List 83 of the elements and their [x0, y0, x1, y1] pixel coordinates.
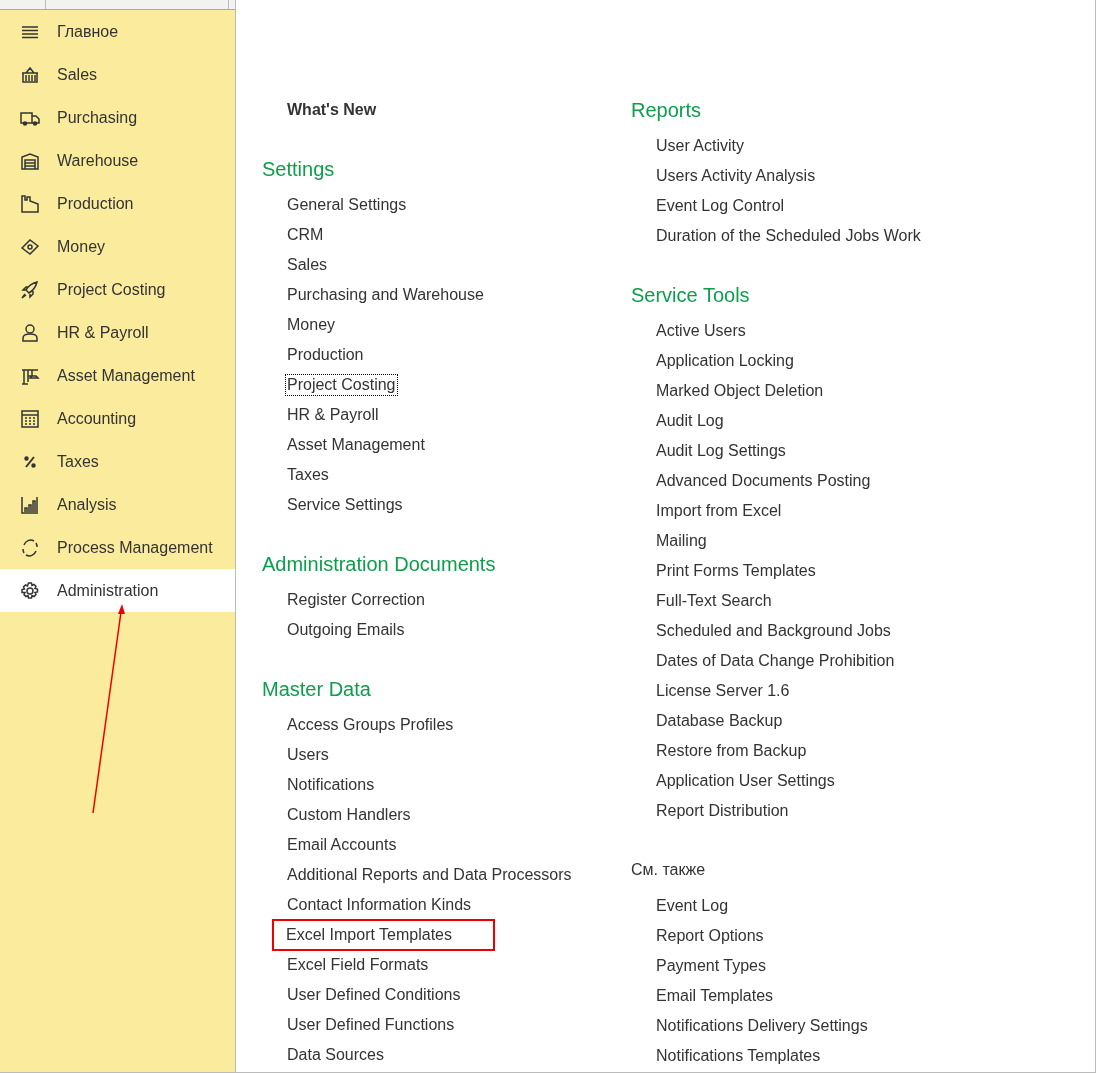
warehouse-icon — [20, 150, 40, 171]
menu-link[interactable]: Users — [285, 744, 331, 766]
gear-icon — [20, 580, 40, 601]
menu-link[interactable]: HR & Payroll — [285, 404, 381, 426]
menu-link[interactable]: Additional Reports and Data Processors — [285, 864, 574, 886]
menu-link[interactable]: Users Activity Analysis — [654, 165, 818, 187]
menu-link[interactable]: Notifications Templates — [654, 1045, 823, 1067]
menu-link[interactable]: Purchasing and Warehouse — [285, 284, 486, 306]
menu-link[interactable]: Print Forms Templates — [654, 560, 818, 582]
menu-link[interactable]: Notifications — [285, 774, 377, 796]
menu-link[interactable]: Report Distribution — [654, 800, 791, 822]
menu-link[interactable]: Email Templates — [654, 985, 776, 1007]
sidebar-item[interactable]: Purchasing — [0, 96, 235, 139]
sidebar-item[interactable]: Project Costing — [0, 268, 235, 311]
factory-icon — [20, 193, 40, 214]
menu-link[interactable]: Email Accounts — [285, 834, 399, 856]
section-heading: Master Data — [262, 677, 371, 702]
person-icon — [20, 322, 40, 343]
menu-link[interactable]: License Server 1.6 — [654, 680, 792, 702]
menu-link[interactable]: Report Options — [654, 925, 766, 947]
menu-link[interactable]: Active Users — [654, 320, 748, 342]
basket-icon — [20, 64, 40, 85]
menu-link[interactable]: Register Correction — [285, 589, 427, 611]
section-heading: Service Tools — [631, 283, 750, 308]
menu-link[interactable]: Sales — [285, 254, 330, 276]
menu-link[interactable]: Application User Settings — [654, 770, 837, 792]
menu-link[interactable]: Contact Information Kinds — [285, 894, 474, 916]
menu-link[interactable]: Event Log Control — [654, 195, 787, 217]
menu-link[interactable]: Full-Text Search — [654, 590, 774, 612]
sidebar-item[interactable]: Главное — [0, 10, 235, 53]
menu-link[interactable]: Excel Import Templates — [274, 921, 493, 949]
menu-link[interactable]: Asset Management — [285, 434, 427, 456]
menu-link[interactable]: Dates of Data Change Prohibition — [654, 650, 897, 672]
menu-link[interactable]: Import from Excel — [654, 500, 784, 522]
calculator-icon — [20, 408, 40, 429]
menu-link[interactable]: Application Locking — [654, 350, 796, 372]
menu-link[interactable]: Production — [285, 344, 366, 366]
menu-link[interactable]: CRM — [285, 224, 326, 246]
menu-link[interactable]: Mailing — [654, 530, 709, 552]
menu-link[interactable]: Custom Handlers — [285, 804, 413, 826]
menu-link[interactable]: Audit Log Settings — [654, 440, 788, 462]
sidebar-item[interactable]: Warehouse — [0, 139, 235, 182]
sidebar-item[interactable]: Administration — [0, 569, 235, 612]
cycle-icon — [20, 537, 40, 558]
menu-link[interactable]: User Activity — [654, 135, 746, 157]
sidebar-item[interactable]: Money — [0, 225, 235, 268]
bar-chart-icon — [20, 494, 40, 515]
section-heading: Settings — [262, 157, 335, 182]
menu-link[interactable]: Project Costing — [285, 374, 398, 396]
menu-link[interactable]: Service Settings — [285, 494, 405, 516]
menu-link[interactable]: Notifications Delivery Settings — [654, 1015, 870, 1037]
sidebar-item[interactable]: Taxes — [0, 440, 235, 483]
menu-link[interactable]: Duration of the Scheduled Jobs Work — [654, 225, 923, 247]
sidebar-item[interactable]: Production — [0, 182, 235, 225]
menu-link[interactable]: Event Log — [654, 895, 731, 917]
sidebar-item[interactable]: Analysis — [0, 483, 235, 526]
menu-link[interactable]: Payment Types — [654, 955, 768, 977]
menu-link[interactable]: Database Backup — [654, 710, 785, 732]
sidebar-item[interactable]: Accounting — [0, 397, 235, 440]
section-heading: Administration Documents — [262, 552, 496, 577]
sidebar-item[interactable]: HR & Payroll — [0, 311, 235, 354]
menu-link[interactable]: Restore from Backup — [654, 740, 809, 762]
menu-link[interactable]: General Settings — [285, 194, 409, 216]
section-heading: Reports — [631, 98, 702, 123]
menu-link[interactable]: User Defined Conditions — [285, 984, 463, 1006]
menu-link[interactable]: Scheduled and Background Jobs — [654, 620, 893, 642]
menu-link[interactable]: Taxes — [285, 464, 331, 486]
menu-link[interactable]: Audit Log — [654, 410, 726, 432]
menu-link[interactable]: Money — [285, 314, 338, 336]
menu-link[interactable]: Advanced Documents Posting — [654, 470, 873, 492]
menu-link[interactable]: Excel Field Formats — [285, 954, 431, 976]
rocket-icon — [20, 279, 40, 300]
money-icon — [20, 236, 40, 257]
menu-link[interactable]: Access Groups Profiles — [285, 714, 456, 736]
menu-link[interactable]: Outgoing Emails — [285, 619, 407, 641]
section-heading: См. также — [631, 860, 706, 880]
sidebar-item[interactable]: Asset Management — [0, 354, 235, 397]
menu-link[interactable]: Marked Object Deletion — [654, 380, 826, 402]
menu-link[interactable]: Data Sources — [285, 1044, 386, 1066]
sidebar-item[interactable]: Process Management — [0, 526, 235, 569]
menu-link[interactable]: User Defined Functions — [285, 1014, 457, 1036]
whats-new-link[interactable]: What's New — [287, 95, 377, 125]
sidebar-item[interactable]: Sales — [0, 53, 235, 96]
